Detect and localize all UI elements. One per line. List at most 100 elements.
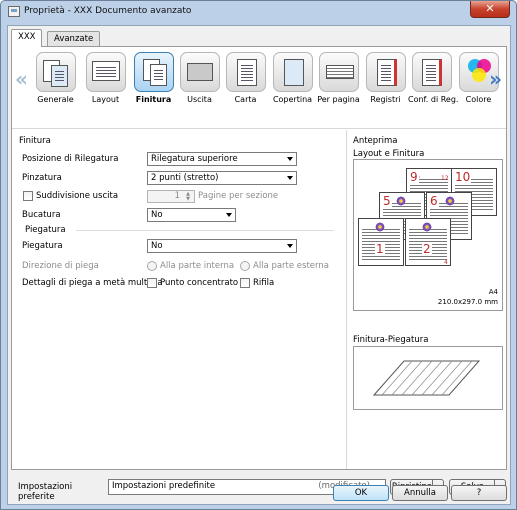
preview-panel: Anteprima Layout e Finitura 912 10 58 6 …: [346, 130, 506, 469]
fold-outside-radio[interactable]: [240, 261, 250, 271]
tabs-icon: [365, 52, 406, 92]
fold-direction-label: Direzione di piega: [22, 261, 99, 271]
paper-size: A4: [488, 288, 498, 296]
layout-finishing-title: Layout e Finitura: [353, 149, 425, 159]
fold-inside-radio[interactable]: [147, 261, 157, 271]
preview-group-title: Anteprima: [353, 136, 398, 146]
fold-inside-label: Alla parte interna: [160, 261, 235, 271]
pages-per-section-spinner[interactable]: 1 ▲ ▼: [147, 190, 195, 203]
per-page-stack: [325, 65, 354, 79]
fold-preview-title: Finitura-Piegatura: [353, 335, 429, 345]
tab-panel: « Generale Layout Finitura Uscita Carta …: [11, 46, 507, 470]
subdivide-checkbox[interactable]: [23, 191, 33, 201]
category-label: Copertina: [272, 95, 313, 104]
staple-label: Pinzatura: [22, 173, 62, 183]
scroll-left-arrow[interactable]: «: [15, 67, 28, 91]
fold-value: No: [151, 241, 163, 251]
yellow-circle: [471, 68, 486, 82]
category-layout[interactable]: Layout: [82, 52, 129, 104]
category-generale[interactable]: Generale: [32, 52, 79, 104]
layout-sheet: [91, 61, 120, 81]
category-label: Carta: [234, 95, 257, 104]
cover-sheet: [283, 59, 304, 86]
chevron-down-icon: [287, 176, 293, 180]
pages-per-section-label: Pagine per sezione: [198, 191, 279, 201]
category-label: Layout: [91, 95, 120, 104]
chevron-down-icon: [226, 213, 232, 217]
output-icon: [179, 52, 220, 92]
category-label: Generale: [37, 95, 74, 104]
category-label: Colore: [465, 95, 492, 104]
category-label: Conf. di Reg.: [408, 95, 459, 104]
punch-label: Bucatura: [22, 210, 61, 220]
help-button[interactable]: ?: [451, 485, 507, 501]
staple-select[interactable]: 2 punti (stretto): [147, 171, 297, 185]
category-carta[interactable]: Carta: [222, 52, 269, 104]
category-bar: « Generale Layout Finitura Uscita Carta …: [12, 47, 506, 129]
cancel-button[interactable]: Annulla: [392, 485, 448, 501]
punch-select[interactable]: No: [147, 208, 236, 222]
output-tray: [186, 63, 213, 81]
category-label: Registri: [370, 95, 401, 104]
scroll-right-arrow[interactable]: »: [489, 67, 502, 91]
flower-icon: [422, 222, 432, 232]
printer-icon: [8, 6, 20, 17]
category-registri[interactable]: Registri: [362, 52, 409, 104]
category-label: Finitura: [135, 95, 172, 104]
tab-xxx[interactable]: XXX: [11, 29, 43, 47]
category-uscita[interactable]: Uscita: [176, 52, 223, 104]
category-finitura[interactable]: Finitura: [130, 52, 177, 104]
tabs-sheet: [376, 59, 397, 86]
finitura-group-title: Finitura: [19, 136, 51, 146]
chevron-down-icon: [287, 157, 293, 161]
pages-per-section-value: 1: [174, 191, 180, 201]
trim-label: Rifila: [253, 278, 275, 288]
chevron-down-icon: [287, 244, 293, 248]
fold-select[interactable]: No: [147, 239, 297, 253]
category-per-pagina[interactable]: Per pagina: [315, 52, 362, 104]
dialog-client: XXX Avanzate « Generale Layout Finitura …: [7, 25, 511, 505]
layout-preview: 912 10 58 6 1 24 A4 210.0x297.0 mm: [353, 159, 503, 311]
fold-outside-label: Alla parte esterna: [253, 261, 329, 271]
paper-sheet: [236, 59, 257, 86]
fold-label: Piegatura: [22, 241, 63, 251]
finishing-sheet-front: [149, 64, 167, 86]
paper-icon: [225, 52, 266, 92]
piegatura-group-title: Piegatura: [25, 225, 66, 235]
paper-dimensions: 210.0x297.0 mm: [437, 298, 498, 306]
favorites-value: Impostazioni predefinite: [112, 481, 216, 491]
binding-position-value: Rilegatura superiore: [151, 154, 238, 164]
category-label: Per pagina: [317, 95, 360, 104]
spinner-arrows-icon: ▲ ▼: [186, 191, 190, 202]
general-sheet-front: [50, 65, 68, 87]
multi-half-fold-label: Dettagli di piega a metà multipla: [22, 278, 163, 288]
ok-button[interactable]: OK: [333, 485, 389, 501]
close-button[interactable]: ✕: [470, 1, 510, 18]
binding-position-label: Posizione di Rilegatura: [22, 154, 119, 164]
preview-page: 1: [358, 218, 404, 266]
subdivide-label: Suddivisione uscita: [36, 191, 119, 201]
trim-checkbox[interactable]: [240, 278, 250, 288]
finishing-settings: Finitura Posizione di Rilegatura Rilegat…: [12, 130, 345, 469]
fold-preview-sheet: [372, 360, 481, 396]
center-point-label: Punto concentrato: [160, 278, 239, 288]
flower-icon: [375, 222, 385, 232]
layout-icon: [85, 52, 126, 92]
staple-value: 2 punti (stretto): [151, 173, 219, 183]
window-title: Proprietà - XXX Documento avanzato: [24, 6, 192, 16]
cover-icon: [272, 52, 313, 92]
tab-avanzate[interactable]: Avanzate: [47, 31, 101, 47]
dialog-window: Proprietà - XXX Documento avanzato ✕ XXX…: [0, 0, 517, 510]
category-label: Uscita: [187, 95, 212, 104]
preview-page: 24: [405, 218, 451, 266]
punch-value: No: [151, 210, 163, 220]
binding-position-select[interactable]: Rilegatura superiore: [147, 152, 297, 166]
center-point-checkbox[interactable]: [147, 278, 157, 288]
category-copertina[interactable]: Copertina: [269, 52, 316, 104]
per-page-icon: [318, 52, 359, 92]
favorites-label: Impostazioni preferite: [18, 482, 73, 502]
category-conf-reg[interactable]: Conf. di Reg.: [408, 52, 459, 104]
flower-icon: [396, 196, 406, 206]
tab-settings-icon: [411, 52, 452, 92]
tab-settings-sheet: [421, 59, 442, 86]
